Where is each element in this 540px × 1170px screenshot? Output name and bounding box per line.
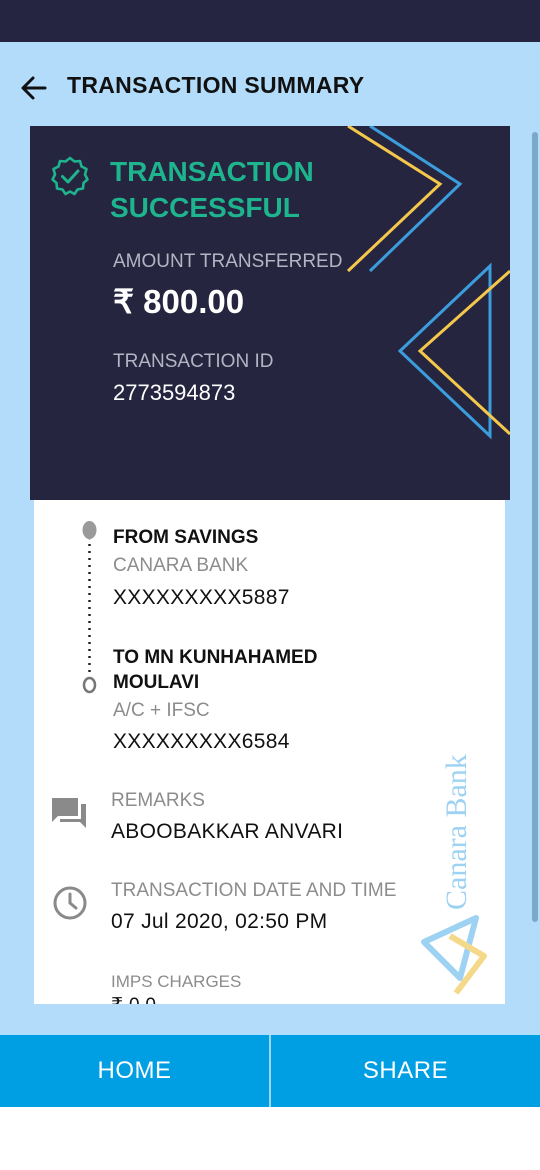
transaction-details-card: FROM SAVINGS CANARA BANK XXXXXXXXX5887 T… bbox=[34, 500, 505, 1004]
chat-icon bbox=[52, 798, 86, 828]
share-button[interactable]: SHARE bbox=[271, 1035, 540, 1107]
amount-value: ₹ 800.00 bbox=[113, 283, 245, 320]
to-account-detail-label: A/C + IFSC bbox=[113, 700, 210, 721]
amount-label: AMOUNT TRANSFERRED bbox=[113, 251, 343, 272]
transaction-status-banner: TRANSACTION SUCCESSFUL AMOUNT TRANSFERRE… bbox=[30, 126, 510, 500]
action-bar: HOME SHARE bbox=[0, 1035, 540, 1107]
datetime-label: TRANSACTION DATE AND TIME bbox=[111, 880, 397, 901]
home-button[interactable]: HOME bbox=[0, 1035, 269, 1107]
arrow-left-icon bbox=[21, 76, 47, 100]
charges-label: IMPS CHARGES bbox=[111, 972, 242, 991]
status-bar bbox=[0, 0, 540, 42]
transaction-id-label: TRANSACTION ID bbox=[113, 351, 274, 372]
from-bank-name: CANARA BANK bbox=[113, 555, 249, 576]
scrollbar[interactable] bbox=[532, 132, 538, 922]
transaction-status: TRANSACTION SUCCESSFUL bbox=[110, 156, 314, 223]
remarks-label: REMARKS bbox=[111, 790, 205, 811]
watermark-text: Canara Bank bbox=[440, 754, 473, 910]
from-account-number: XXXXXXXXX5887 bbox=[113, 586, 290, 609]
to-account-number: XXXXXXXXX6584 bbox=[113, 730, 290, 753]
check-circle-icon bbox=[51, 156, 89, 196]
clock-icon bbox=[53, 886, 87, 920]
to-marker-icon bbox=[82, 676, 97, 694]
charges-value: ₹ 0.0 bbox=[111, 994, 156, 1004]
to-account-title: TO MN KUNHAHAMED MOULAVI bbox=[113, 647, 318, 693]
transaction-id-value: 2773594873 bbox=[113, 380, 236, 405]
remarks-value: ABOOBAKKAR ANVARI bbox=[111, 820, 344, 843]
canara-bank-watermark: Canara Bank bbox=[414, 750, 504, 1004]
back-button[interactable] bbox=[14, 68, 54, 108]
datetime-value: 07 Jul 2020, 02:50 PM bbox=[111, 910, 328, 933]
transaction-summary-screen: TRANSACTION SUMMARY TRANSACTION SUCCESSF… bbox=[0, 42, 540, 1035]
transfer-timeline bbox=[82, 521, 97, 694]
app-bar: TRANSACTION SUMMARY bbox=[0, 42, 540, 126]
page-title: TRANSACTION SUMMARY bbox=[67, 72, 365, 98]
from-account-title: FROM SAVINGS bbox=[113, 527, 259, 548]
